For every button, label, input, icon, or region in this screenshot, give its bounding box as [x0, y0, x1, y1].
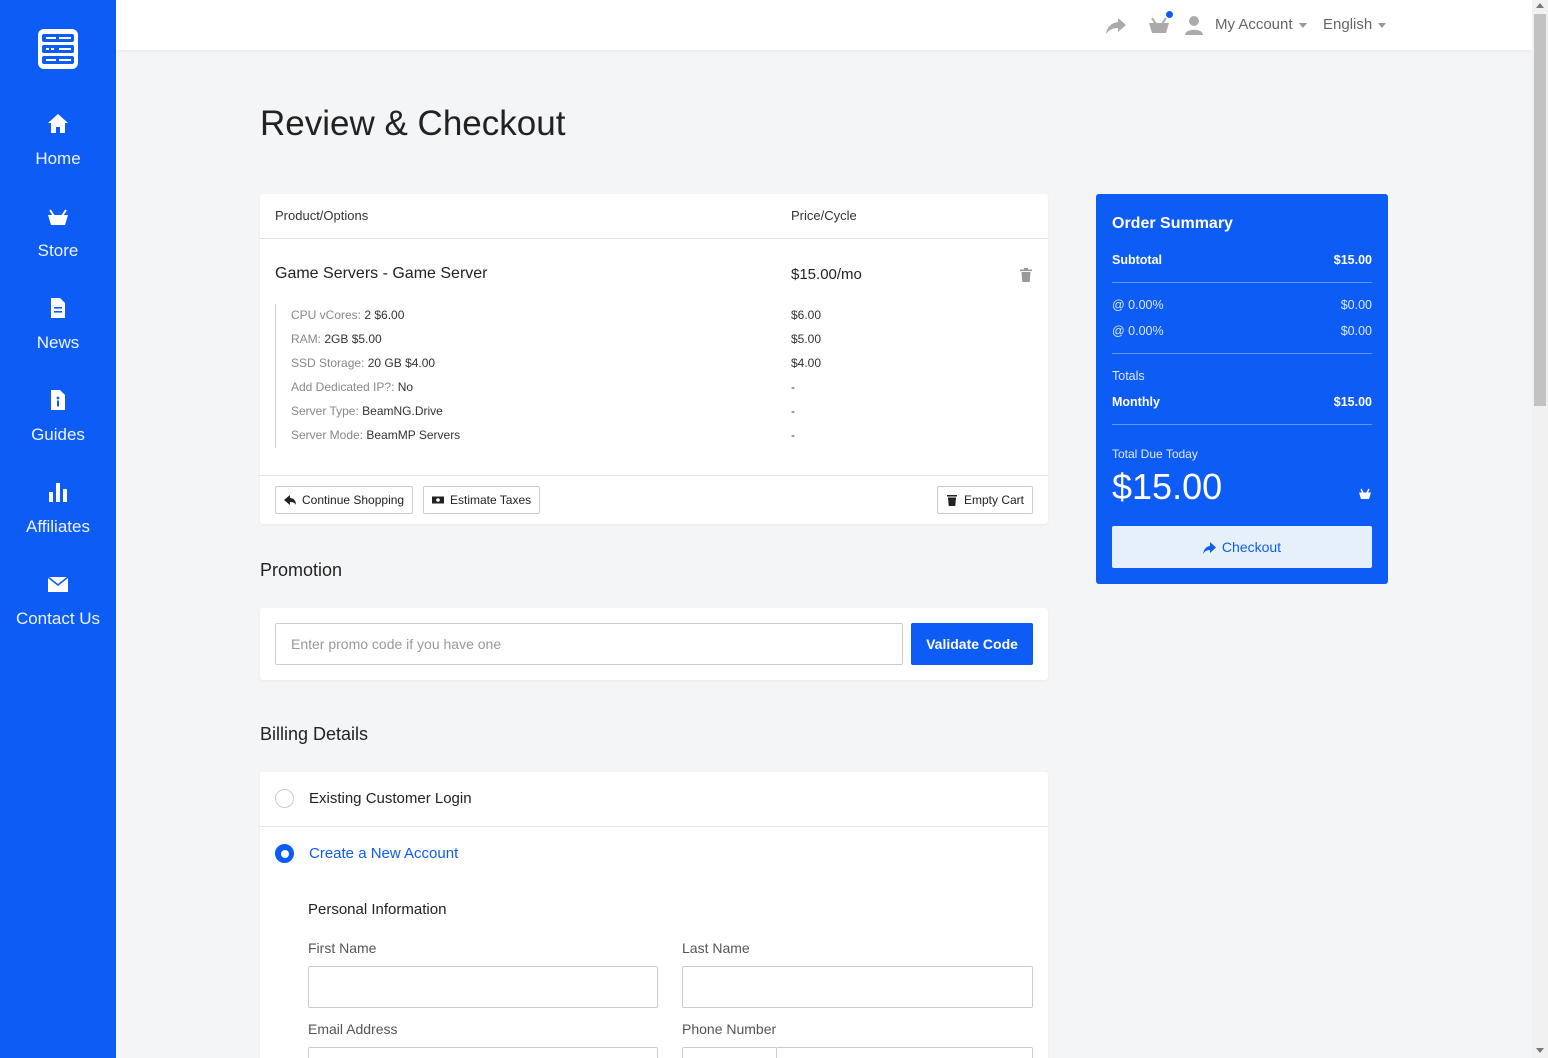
share-arrow-icon — [1202, 542, 1216, 554]
option-row: RAM: 2GB $5.00 — [291, 332, 382, 346]
scrollbar-thumb[interactable] — [1534, 14, 1546, 406]
basket-icon — [48, 209, 68, 225]
first-name-label: First Name — [308, 940, 377, 956]
trash-icon[interactable] — [1020, 268, 1032, 282]
basket-icon — [1359, 488, 1371, 499]
sidebar-item-home[interactable]: Home — [0, 112, 116, 169]
sidebar-item-guides[interactable]: Guides — [0, 388, 116, 445]
document-icon — [51, 298, 65, 318]
divider — [260, 475, 1048, 476]
personal-info-title: Personal Information — [308, 901, 447, 918]
cart-notification-dot — [1166, 11, 1173, 18]
option-row: Server Mode: BeamMP Servers — [291, 428, 461, 442]
sidebar-item-label: Store — [37, 241, 79, 260]
total-due-amount: $15.00 — [1112, 466, 1223, 507]
validate-code-button[interactable]: Validate Code — [911, 623, 1033, 665]
estimate-taxes-button[interactable]: Estimate Taxes — [423, 486, 541, 514]
my-account-dropdown[interactable]: My Account — [1215, 16, 1307, 33]
existing-customer-radio[interactable] — [275, 789, 294, 808]
divider — [260, 238, 1048, 239]
email-label: Email Address — [308, 1021, 398, 1037]
email-field[interactable] — [308, 1047, 658, 1058]
scroll-up-arrow-icon[interactable] — [1536, 3, 1544, 8]
sidebar-item-news[interactable]: News — [0, 296, 116, 353]
existing-customer-label[interactable]: Existing Customer Login — [309, 790, 472, 807]
checkout-button[interactable]: Checkout — [1112, 526, 1372, 568]
sidebar-item-label: News — [36, 333, 80, 352]
divider — [1112, 353, 1372, 354]
home-icon — [48, 114, 68, 133]
chevron-down-icon — [1298, 22, 1307, 28]
envelope-icon — [47, 576, 69, 592]
continue-shopping-button[interactable]: Continue Shopping — [275, 486, 414, 514]
option-row: SSD Storage: 20 GB $4.00 — [291, 356, 436, 370]
sidebar-item-contact[interactable]: Contact Us — [0, 572, 116, 629]
billing-card: Existing Customer Login Create a New Acc… — [260, 772, 1048, 1058]
option-price: $5.00 — [791, 332, 822, 346]
order-summary-title: Order Summary — [1112, 215, 1233, 232]
phone-country-select[interactable] — [682, 1047, 777, 1058]
info-file-icon — [51, 390, 65, 410]
promotion-title: Promotion — [260, 560, 343, 580]
first-name-field[interactable] — [308, 966, 658, 1008]
sidebar: Home Store News Guides Affiliates Contac… — [0, 0, 116, 1058]
option-row: Server Type: BeamNG.Drive — [291, 404, 443, 418]
option-price: - — [791, 380, 795, 394]
product-name: Game Servers - Game Server — [275, 265, 488, 282]
sidebar-item-label: Home — [35, 149, 81, 168]
col-header-price: Price/Cycle — [791, 208, 857, 223]
option-price: - — [791, 428, 795, 442]
options-indent-line — [275, 304, 276, 448]
billing-title: Billing Details — [260, 724, 369, 744]
reply-arrow-icon — [284, 495, 296, 505]
new-account-label[interactable]: Create a New Account — [309, 845, 458, 862]
language-dropdown[interactable]: English — [1323, 16, 1387, 33]
sidebar-item-label: Guides — [31, 425, 85, 444]
option-row: Add Dedicated IP?: No — [291, 380, 414, 394]
col-header-product: Product/Options — [275, 208, 369, 223]
promo-code-input[interactable] — [275, 623, 903, 665]
totals-label: Totals — [1112, 369, 1145, 383]
order-summary: Order Summary Subtotal $15.00 @ 0.00% $0.0… — [1096, 194, 1388, 584]
divider — [260, 826, 1048, 827]
option-price: - — [791, 404, 795, 418]
option-price: $4.00 — [791, 356, 822, 370]
phone-label: Phone Number — [682, 1021, 777, 1037]
sidebar-item-label: Contact Us — [15, 609, 101, 628]
new-account-radio[interactable] — [275, 844, 294, 863]
trash-icon — [947, 495, 957, 506]
divider — [1112, 424, 1372, 425]
last-name-label: Last Name — [682, 940, 750, 956]
server-rack-logo[interactable] — [37, 28, 79, 70]
money-bill-icon — [432, 496, 444, 504]
cart-table: Product/Options Price/Cycle Game Servers… — [260, 194, 1048, 524]
option-price: $6.00 — [791, 308, 822, 322]
last-name-field[interactable] — [682, 966, 1033, 1008]
page-title: Review & Checkout — [260, 104, 566, 143]
product-price: $15.00/mo — [791, 266, 862, 283]
tax-row: @ 0.00% $0.00 — [1112, 298, 1372, 312]
option-row: CPU vCores: 2 $6.00 — [291, 308, 405, 322]
total-due-label: Total Due Today — [1112, 447, 1198, 461]
top-bar: My Account English — [116, 0, 1532, 50]
tax-row: @ 0.00% $0.00 — [1112, 324, 1372, 338]
divider — [1112, 282, 1372, 283]
empty-cart-button[interactable]: Empty Cart — [937, 486, 1034, 514]
monthly-row: Monthly $15.00 — [1112, 395, 1372, 409]
sidebar-item-store[interactable]: Store — [0, 204, 116, 261]
phone-field[interactable] — [776, 1047, 1033, 1058]
sidebar-item-label: Affiliates — [26, 517, 90, 536]
sidebar-item-affiliates[interactable]: Affiliates — [0, 480, 116, 537]
share-icon[interactable] — [1104, 13, 1128, 37]
promotion-card: Validate Code — [260, 608, 1048, 680]
chevron-down-icon — [1378, 22, 1387, 28]
user-icon — [1185, 16, 1203, 35]
scroll-down-arrow-icon[interactable] — [1536, 1048, 1544, 1053]
subtotal-row: Subtotal $15.00 — [1112, 253, 1372, 267]
bar-chart-icon — [49, 483, 67, 502]
